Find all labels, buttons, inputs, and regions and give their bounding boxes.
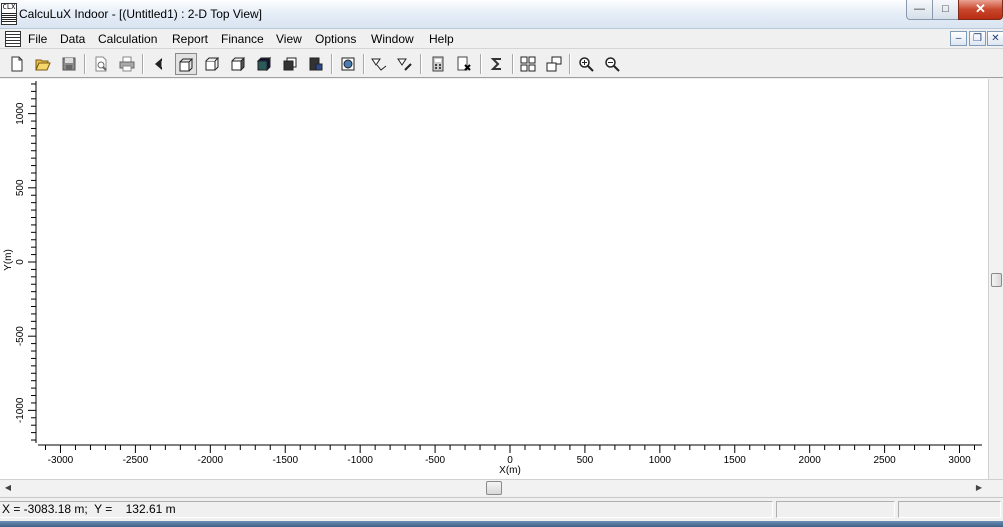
mdi-close-button[interactable]: ✕ xyxy=(987,31,1003,46)
view-front-cube-icon[interactable] xyxy=(201,53,223,75)
x-tick-label: -1500 xyxy=(272,455,298,466)
toolbar-separator xyxy=(420,54,422,74)
menu-view[interactable]: View xyxy=(276,32,302,46)
sum-icon[interactable] xyxy=(486,53,508,75)
toolbar-separator xyxy=(512,54,514,74)
y-tick-label: 0 xyxy=(15,259,26,265)
x-tick-label: 2500 xyxy=(873,455,896,466)
title-bar[interactable]: CLX CalcuLuX Indoor - [(Untitled1) : 2-D… xyxy=(0,0,1003,29)
app-icon[interactable]: CLX xyxy=(1,3,17,25)
new-document-icon[interactable] xyxy=(6,53,28,75)
menu-finance[interactable]: Finance xyxy=(221,32,264,46)
mdi-minimize-button[interactable]: – xyxy=(950,31,967,46)
delete-calculation-icon[interactable] xyxy=(453,53,475,75)
y-tick-label: 500 xyxy=(15,179,26,196)
y-tick-label: -500 xyxy=(15,326,26,346)
maximize-button[interactable]: □ xyxy=(932,0,959,20)
open-folder-icon[interactable] xyxy=(32,53,54,75)
view-save-cube-icon[interactable] xyxy=(305,53,327,75)
x-tick-label: -500 xyxy=(425,455,445,466)
x-tick-label: 1500 xyxy=(724,455,747,466)
menu-file[interactable]: File xyxy=(28,32,47,46)
globe-icon[interactable] xyxy=(337,53,359,75)
horizontal-scrollbar[interactable]: ◀ ▶ xyxy=(0,479,1003,496)
axes-plot: -3000 -2500 -2000 -1500 -1000 -500 0 500 1000 150… xyxy=(3,81,982,476)
tile-windows-icon[interactable] xyxy=(517,53,539,75)
toolbar-separator xyxy=(569,54,571,74)
menu-bar: File Data Calculation Report Finance Vie… xyxy=(0,29,1003,49)
print-icon[interactable] xyxy=(116,53,138,75)
view-top-cube-icon[interactable] xyxy=(175,53,197,75)
x-tick-label: -2000 xyxy=(198,455,224,466)
menu-window[interactable]: Window xyxy=(371,32,414,46)
app-icon-bars xyxy=(2,13,16,22)
horizontal-scroll-thumb[interactable] xyxy=(486,481,502,495)
menu-options[interactable]: Options xyxy=(315,32,356,46)
view-stack-cube-icon[interactable] xyxy=(279,53,301,75)
calculator-icon[interactable] xyxy=(427,53,449,75)
menu-help[interactable]: Help xyxy=(429,32,454,46)
zoom-out-icon[interactable] xyxy=(601,53,623,75)
close-button[interactable]: ✕ xyxy=(958,0,1003,20)
save-icon[interactable] xyxy=(58,53,80,75)
vertical-scroll-thumb[interactable] xyxy=(991,273,1002,287)
toolbar-separator xyxy=(142,54,144,74)
menu-data[interactable]: Data xyxy=(60,32,85,46)
x-axis-label: X(m) xyxy=(499,465,521,476)
cascade-windows-icon[interactable] xyxy=(543,53,565,75)
status-pane-3 xyxy=(898,501,1001,518)
toolbar-separator xyxy=(84,54,86,74)
x-tick-label: -2500 xyxy=(123,455,149,466)
status-bar: X = -3083.18 m; Y = 132.61 m xyxy=(0,497,1003,521)
status-pane-2 xyxy=(776,501,895,518)
y-axis-label: Y(m) xyxy=(3,249,14,271)
minimize-button[interactable]: — xyxy=(906,0,933,20)
scroll-right-icon[interactable]: ▶ xyxy=(973,482,985,494)
application-window: CLX CalcuLuX Indoor - [(Untitled1) : 2-D… xyxy=(0,0,1003,527)
app-icon-label: CLX xyxy=(2,3,16,11)
scroll-left-icon[interactable]: ◀ xyxy=(2,482,14,494)
toolbar-separator xyxy=(331,54,333,74)
top-view-canvas[interactable]: -3000 -2500 -2000 -1500 -1000 -500 0 500 1000 150… xyxy=(0,79,988,479)
x-tick-label: -3000 xyxy=(48,455,74,466)
x-tick-label: 2000 xyxy=(799,455,822,466)
x-tick-label: -1000 xyxy=(347,455,373,466)
zoom-in-icon[interactable] xyxy=(575,53,597,75)
y-tick-label: -1000 xyxy=(15,397,26,423)
toolbar-separator xyxy=(480,54,482,74)
taskbar-strip xyxy=(0,521,1003,527)
x-tick-label: 3000 xyxy=(948,455,971,466)
menu-calculation[interactable]: Calculation xyxy=(98,32,157,46)
print-preview-icon[interactable] xyxy=(90,53,112,75)
x-tick-label: 500 xyxy=(577,455,594,466)
menu-report[interactable]: Report xyxy=(172,32,208,46)
mdi-restore-button[interactable]: ❐ xyxy=(969,31,986,46)
status-coordinates: X = -3083.18 m; Y = 132.61 m xyxy=(0,501,773,518)
view-side-cube-icon[interactable] xyxy=(227,53,249,75)
back-view-icon[interactable] xyxy=(148,53,170,75)
toolbar xyxy=(0,50,1003,78)
toolbar-separator xyxy=(363,54,365,74)
document-system-menu-icon[interactable] xyxy=(5,31,21,47)
vertical-scrollbar[interactable] xyxy=(988,79,1003,479)
x-axis: -3000 -2500 -2000 -1500 -1000 -500 0 500 1000 150… xyxy=(38,444,982,466)
x-tick-label: 1000 xyxy=(649,455,672,466)
window-title: CalcuLuX Indoor - [(Untitled1) : 2-D Top… xyxy=(19,7,263,21)
luminaire-edit-icon[interactable] xyxy=(394,53,416,75)
y-axis: 1000 500 0 -500 -1000 xyxy=(15,81,37,443)
luminaire-icon[interactable] xyxy=(368,53,390,75)
view-solid-cube-icon[interactable] xyxy=(253,53,275,75)
y-tick-label: 1000 xyxy=(15,102,26,125)
